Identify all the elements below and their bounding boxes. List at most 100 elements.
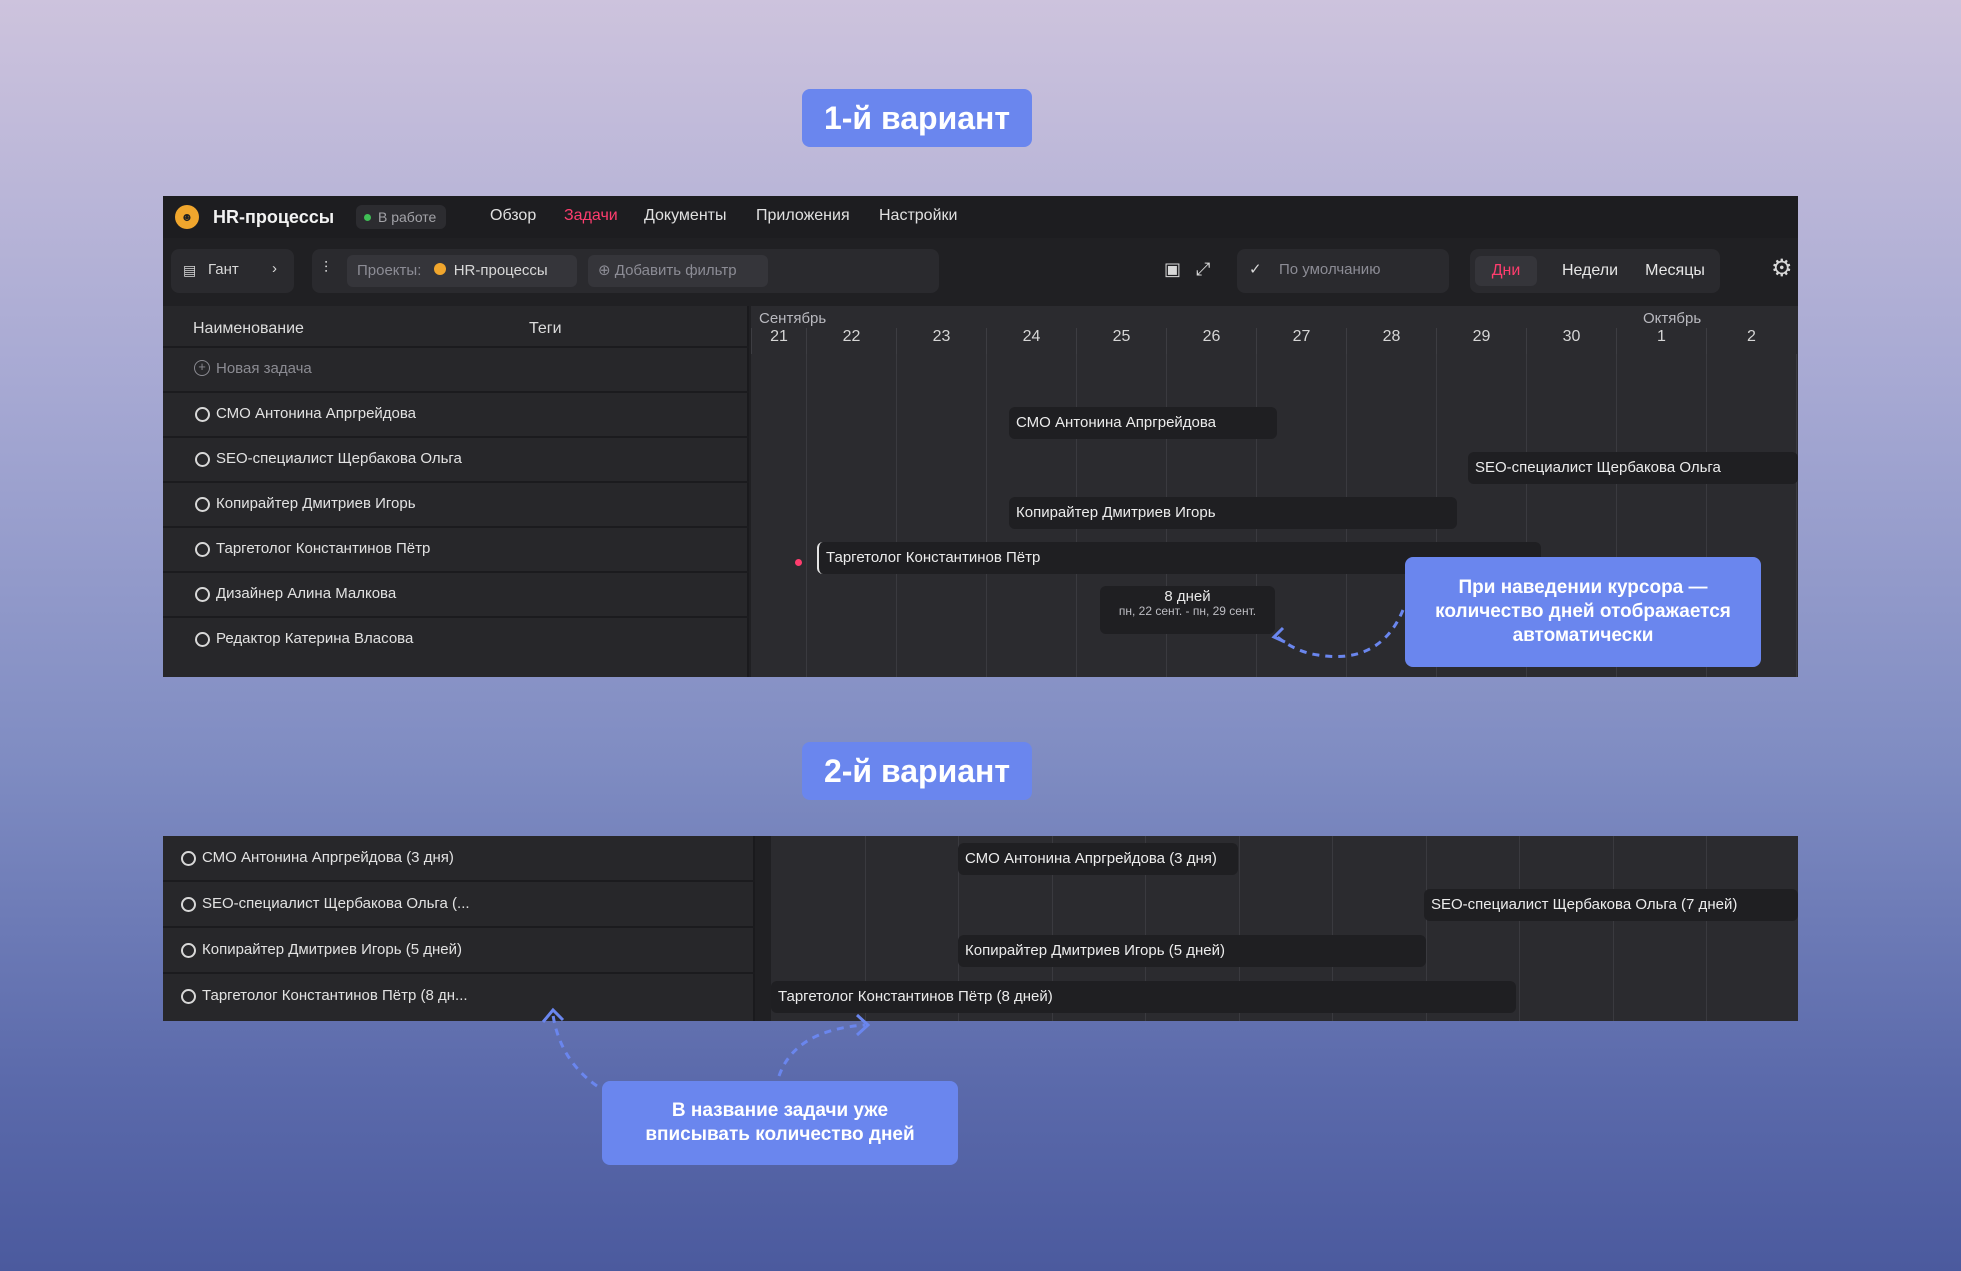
- add-filter-button[interactable]: ⊕ Добавить фильтр: [588, 255, 768, 287]
- day-grid-line: [1796, 354, 1797, 677]
- task-row[interactable]: Копирайтер Дмитриев Игорь: [163, 481, 749, 526]
- task-row[interactable]: Копирайтер Дмитриев Игорь (5 дней): [163, 928, 755, 974]
- arrow-to-row-name: [551, 1014, 598, 1088]
- column-tags-header: Теги: [529, 320, 562, 337]
- plus-circle-icon: ⊕: [598, 262, 611, 279]
- tab-documents[interactable]: Документы: [644, 207, 726, 225]
- today-marker-icon: [795, 559, 802, 566]
- hover-tooltip: 8 дней пн, 22 сент. - пн, 29 сент.: [1100, 586, 1275, 634]
- day-header-cell: 2: [1706, 328, 1796, 354]
- month-label: Октябрь: [1643, 310, 1702, 327]
- gantt-panel-variant-1: ☻ HR-процессы В работе Обзор Задачи Доку…: [163, 196, 1798, 677]
- column-name-header: Наименование: [193, 320, 304, 337]
- save-icon[interactable]: ▣: [1164, 259, 1181, 280]
- gantt-panel-variant-2: СМО Антонина Апргрейдова (3 дня) SEO-спе…: [163, 836, 1798, 1021]
- day-header-cell: 25: [1076, 328, 1166, 354]
- task-row[interactable]: СМО Антонина Апргрейдова (3 дня): [163, 836, 755, 882]
- task-table: Наименование Теги + Новая задача СМО Ант…: [163, 306, 749, 677]
- task-row[interactable]: СМО Антонина Апргрейдова: [163, 391, 749, 436]
- day-grid-line: [806, 354, 807, 677]
- gear-icon[interactable]: ⚙: [1771, 254, 1793, 283]
- project-logo-icon: ☻: [175, 205, 199, 229]
- scale-switcher: Дни Недели Месяцы: [1470, 249, 1720, 293]
- task-bar[interactable]: SEO-специалист Щербакова Ольга (7 дней): [1424, 889, 1798, 921]
- scale-months[interactable]: Месяцы: [1635, 256, 1715, 286]
- chevron-right-icon: ›: [272, 260, 277, 277]
- toolbar: ▤ Гант › ⫶ Проекты: HR-процессы ⊕ Добави…: [163, 238, 1798, 304]
- status-circle-icon[interactable]: [195, 542, 210, 557]
- task-name: СМО Антонина Апргрейдова: [216, 405, 417, 422]
- arrow-to-bar-name: [777, 1023, 866, 1077]
- scale-days[interactable]: Дни: [1475, 256, 1537, 286]
- day-grid-line: [986, 354, 987, 677]
- status-circle-icon[interactable]: [195, 407, 210, 422]
- project-filter-chip[interactable]: Проекты: HR-процессы: [347, 255, 577, 287]
- task-bar[interactable]: СМО Антонина Апргрейдова: [1009, 407, 1277, 439]
- task-name: Копирайтер Дмитриев Игорь (5 дней): [202, 941, 462, 958]
- projects-label: Проекты:: [357, 262, 422, 279]
- task-bar[interactable]: Копирайтер Дмитриев Игорь (5 дней): [958, 935, 1426, 967]
- day-header-cell: 29: [1436, 328, 1526, 354]
- preset-label: По умолчанию: [1279, 261, 1381, 278]
- app-topbar: ☻ HR-процессы В работе Обзор Задачи Доку…: [163, 196, 1798, 238]
- task-bar[interactable]: СМО Антонина Апргрейдова (3 дня): [958, 843, 1238, 875]
- task-name: Редактор Катерина Власова: [216, 630, 414, 647]
- task-name: Таргетолог Константинов Пётр (8 дн...: [202, 987, 468, 1004]
- task-row[interactable]: Таргетолог Константинов Пётр (8 дн...: [163, 974, 755, 1020]
- tab-apps[interactable]: Приложения: [756, 207, 850, 225]
- project-chip-label: HR-процессы: [453, 262, 548, 279]
- sliders-icon[interactable]: ⫶: [324, 260, 328, 278]
- new-task-label: Новая задача: [216, 360, 312, 377]
- gantt-chart: СМО Антонина Апргрейдова (3 дня) SEO-спе…: [771, 836, 1798, 1021]
- task-row[interactable]: Таргетолог Константинов Пётр: [163, 526, 749, 571]
- day-header-cell: 26: [1166, 328, 1256, 354]
- new-task-row[interactable]: + Новая задача: [163, 346, 749, 391]
- task-bar[interactable]: SEO-специалист Щербакова Ольга: [1468, 452, 1798, 484]
- day-header-cell: 28: [1346, 328, 1436, 354]
- status-circle-icon[interactable]: [195, 632, 210, 647]
- day-header-cell: 24: [986, 328, 1076, 354]
- status-badge[interactable]: В работе: [356, 205, 447, 229]
- task-row[interactable]: SEO-специалист Щербакова Ольга (...: [163, 882, 755, 928]
- status-circle-icon[interactable]: [181, 989, 196, 1004]
- task-name: СМО Антонина Апргрейдова (3 дня): [202, 849, 454, 866]
- filter-bar: ⫶ Проекты: HR-процессы ⊕ Добавить фильтр: [312, 249, 939, 293]
- month-label: Сентябрь: [759, 310, 827, 327]
- status-circle-icon[interactable]: [181, 897, 196, 912]
- day-header-cell: 23: [896, 328, 986, 354]
- tab-settings[interactable]: Настройки: [879, 207, 957, 225]
- day-grid-line: [1612, 836, 1614, 1021]
- status-circle-icon[interactable]: [181, 851, 196, 866]
- task-bar[interactable]: Таргетолог Константинов Пётр (8 дней): [771, 981, 1516, 1013]
- scale-weeks[interactable]: Недели: [1545, 256, 1635, 286]
- day-header-cell: 27: [1256, 328, 1346, 354]
- day-grid-line: [1519, 836, 1520, 1021]
- tab-overview[interactable]: Обзор: [490, 207, 536, 225]
- day-header-cell: 1: [1616, 328, 1706, 354]
- task-bar[interactable]: Копирайтер Дмитриев Игорь: [1009, 497, 1457, 529]
- task-name: Дизайнер Алина Малкова: [216, 585, 397, 602]
- task-row[interactable]: Дизайнер Алина Малкова: [163, 571, 749, 616]
- task-name: Таргетолог Константинов Пётр: [216, 540, 431, 557]
- status-circle-icon[interactable]: [181, 943, 196, 958]
- expand-icon[interactable]: ⤢: [1196, 259, 1210, 280]
- task-row[interactable]: Редактор Катерина Власова: [163, 616, 749, 661]
- status-circle-icon[interactable]: [195, 497, 210, 512]
- callout-hover-days: При наведении курсора — количество дней …: [1405, 557, 1761, 667]
- preset-select[interactable]: ✓ По умолчанию: [1237, 249, 1449, 293]
- status-label: В работе: [378, 209, 437, 225]
- tooltip-days: 8 дней: [1164, 588, 1211, 605]
- status-circle-icon[interactable]: [195, 452, 210, 467]
- day-grid-line: [1706, 836, 1707, 1021]
- task-table: СМО Антонина Апргрейдова (3 дня) SEO-спе…: [163, 836, 755, 1021]
- plus-icon: +: [194, 360, 210, 376]
- task-name: SEO-специалист Щербакова Ольга: [216, 450, 462, 467]
- view-switcher[interactable]: ▤ Гант ›: [171, 249, 294, 293]
- status-dot-icon: [364, 214, 371, 221]
- status-circle-icon[interactable]: [195, 587, 210, 602]
- tab-tasks[interactable]: Задачи: [564, 207, 618, 225]
- tooltip-range: пн, 22 сент. - пн, 29 сент.: [1118, 604, 1257, 618]
- task-row[interactable]: SEO-специалист Щербакова Ольга: [163, 436, 749, 481]
- day-header-cell: 21: [751, 328, 806, 354]
- task-name: Копирайтер Дмитриев Игорь: [216, 495, 416, 512]
